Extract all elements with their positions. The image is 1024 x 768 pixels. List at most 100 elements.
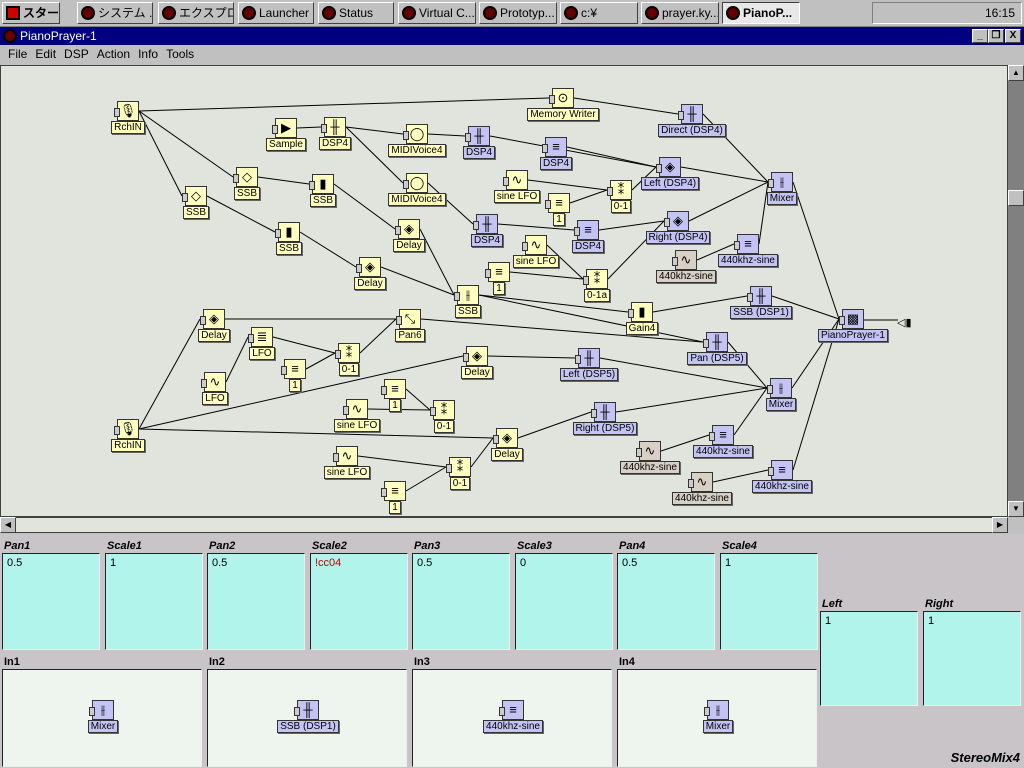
- patch-node[interactable]: ⁑ 0-1: [304, 343, 394, 376]
- patch-node[interactable]: 🎙 RchIN: [83, 419, 173, 452]
- menu-edit[interactable]: Edit: [27, 45, 56, 61]
- scroll-right-icon[interactable]: ▶: [992, 517, 1008, 533]
- patch-node[interactable]: ◈ Delay: [325, 257, 415, 290]
- patch-node[interactable]: ≡ 440khz-sine: [737, 460, 827, 493]
- delay-icon: ◈: [395, 219, 420, 239]
- output-field[interactable]: 1: [923, 611, 1021, 706]
- menu-tools[interactable]: Tools: [158, 45, 194, 61]
- patch-node[interactable]: ╫ SSB (DSP1): [716, 286, 806, 319]
- param-field[interactable]: !cc04: [310, 553, 408, 650]
- patch-canvas[interactable]: 🎙 RchIN ▶ Sample ╫ DSP4 ◯ MIDIVoice4 ◯ MIDIVoice4…: [0, 65, 1008, 517]
- patch-node[interactable]: ◇ SSB: [151, 186, 241, 219]
- taskbar-button[interactable]: Launcher: [238, 2, 314, 24]
- patch-node[interactable]: ≡ DSP4: [511, 137, 601, 170]
- input-node[interactable]: ⫲ Mixer: [673, 700, 763, 733]
- node-label: 440khz-sine: [672, 492, 732, 505]
- param-field[interactable]: 0.5: [617, 553, 715, 650]
- patch-node[interactable]: ⤡ Pan6: [365, 309, 455, 342]
- patch-node[interactable]: ╫ DSP4: [290, 117, 380, 150]
- input-slot[interactable]: ≡ 440khz-sine: [412, 669, 612, 767]
- input-label: In2: [209, 656, 225, 668]
- dsp-icon: ╫: [678, 104, 703, 124]
- patch-node[interactable]: ╫ Pan (DSP5): [672, 332, 762, 365]
- param-field[interactable]: 0.5: [412, 553, 510, 650]
- patch-node[interactable]: 🎙 RchIN: [83, 101, 173, 134]
- param-field[interactable]: 1: [720, 553, 818, 650]
- patch-node[interactable]: ▮ SSB: [244, 222, 334, 255]
- node-label: 1: [389, 501, 401, 514]
- patch-node[interactable]: ⊙ Memory Writer: [518, 88, 608, 121]
- param-field[interactable]: 0.5: [2, 553, 100, 650]
- restore-button[interactable]: ❐: [988, 29, 1004, 43]
- patch-node[interactable]: ∿ LFO: [170, 372, 260, 405]
- menu-info[interactable]: Info: [130, 45, 158, 61]
- menu-action[interactable]: Action: [89, 45, 130, 61]
- app-icon: [564, 6, 578, 20]
- patch-node[interactable]: ◈ Left (DSP4): [625, 157, 715, 190]
- patch-node[interactable]: ╫ Right (DSP5): [560, 402, 650, 435]
- patch-node[interactable]: ╫ Direct (DSP4): [647, 104, 737, 137]
- output-field[interactable]: 1: [820, 611, 918, 706]
- horizontal-scrollbar[interactable]: [0, 517, 1008, 533]
- patch-node[interactable]: ∿ sine LFO: [312, 399, 402, 432]
- scroll-up-icon[interactable]: ▲: [1008, 65, 1024, 81]
- patch-node[interactable]: ╫ Left (DSP5): [544, 348, 634, 381]
- param-field[interactable]: 0.5: [207, 553, 305, 650]
- node-label: Pan6: [395, 329, 425, 342]
- output-label: Right: [925, 598, 954, 610]
- patch-node[interactable]: ⫲ Mixer: [736, 378, 826, 411]
- start-label: スタート: [23, 6, 60, 20]
- input-slot[interactable]: ╫ SSB (DSP1): [207, 669, 407, 767]
- scroll-left-icon[interactable]: ◀: [0, 517, 16, 533]
- patch-node[interactable]: ▮ SSB: [278, 174, 368, 207]
- input-node[interactable]: ╫ SSB (DSP1): [263, 700, 353, 733]
- patch-node[interactable]: ≣ LFO: [217, 327, 307, 360]
- input-node[interactable]: ⫲ Mixer: [58, 700, 148, 733]
- app-icon: [242, 6, 256, 20]
- taskbar-button[interactable]: エクスプロ...: [158, 2, 234, 24]
- dsp-icon: ╫: [473, 214, 498, 234]
- node-label: DSP4: [462, 146, 496, 159]
- patch-node[interactable]: ∿ sine LFO: [302, 446, 392, 479]
- patch-node[interactable]: ◈ Delay: [364, 219, 454, 252]
- input-node[interactable]: ≡ 440khz-sine: [468, 700, 558, 733]
- node-label: DSP4: [470, 234, 504, 247]
- patch-node[interactable]: ▮ Gain4: [597, 302, 687, 335]
- node-label: Gain4: [625, 322, 659, 335]
- taskbar-button[interactable]: Virtual C...: [398, 2, 476, 24]
- node-icon: ⫲: [704, 700, 729, 720]
- patch-node[interactable]: ≡ DSP4: [543, 220, 633, 253]
- menu-dsp[interactable]: DSP: [56, 45, 89, 61]
- param-field[interactable]: 0: [515, 553, 613, 650]
- patch-node[interactable]: ≡ 440khz-sine: [703, 234, 793, 267]
- taskbar-button[interactable]: prayer.ky...: [641, 2, 719, 24]
- taskbar-button[interactable]: c:¥: [560, 2, 638, 24]
- start-button[interactable]: スタート: [2, 2, 60, 24]
- minimize-button[interactable]: _: [972, 29, 988, 43]
- taskbar-button[interactable]: システム ...: [77, 2, 153, 24]
- patch-node[interactable]: ≡ 1: [454, 262, 544, 295]
- patch-node[interactable]: ◯ MIDIVoice4: [372, 173, 462, 206]
- taskbar-button[interactable]: Status: [318, 2, 394, 24]
- input-slot[interactable]: ⫲ Mixer: [617, 669, 817, 767]
- dsp-icon: ╫: [591, 402, 616, 422]
- scroll-down-icon[interactable]: ▼: [1008, 501, 1024, 517]
- input-slot[interactable]: ⫲ Mixer: [2, 669, 202, 767]
- dsp-icon: ╫: [321, 117, 346, 137]
- patch-node[interactable]: ≡ 440khz-sine: [678, 425, 768, 458]
- patch-node[interactable]: ╫ DSP4: [442, 214, 532, 247]
- patch-node[interactable]: ▩ PianoPrayer-1: [808, 309, 898, 342]
- taskbar-button[interactable]: PianoP...: [722, 2, 800, 24]
- taskbar-button[interactable]: Prototyp...: [479, 2, 557, 24]
- close-button[interactable]: X: [1005, 29, 1021, 43]
- param-label: Scale4: [722, 540, 757, 552]
- patch-node[interactable]: ≡ 1: [350, 481, 440, 514]
- patch-node[interactable]: ∿ 440khz-sine: [657, 472, 747, 505]
- patch-node[interactable]: ⫲ Mixer: [737, 172, 827, 205]
- param-field[interactable]: 1: [105, 553, 203, 650]
- vertical-scroll-thumb[interactable]: [1008, 190, 1024, 206]
- patch-node[interactable]: ⁑ 0-1a: [552, 269, 642, 302]
- menu-file[interactable]: File: [0, 45, 27, 61]
- vertical-scrollbar[interactable]: [1008, 65, 1024, 517]
- patch-node[interactable]: ◈ Delay: [432, 346, 522, 379]
